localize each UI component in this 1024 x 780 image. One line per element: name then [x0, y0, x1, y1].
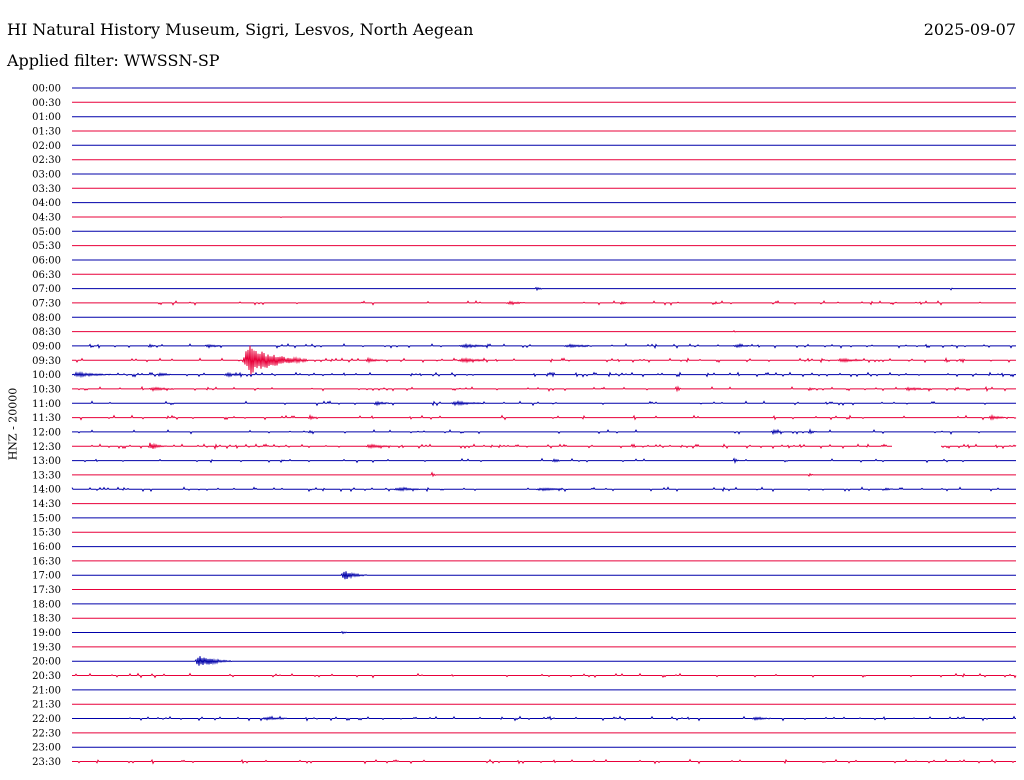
trace-line — [72, 343, 1016, 349]
hour-label: 07:00 — [32, 284, 61, 295]
hour-label: 19:30 — [32, 642, 61, 653]
hour-label: 01:30 — [32, 126, 61, 137]
trace-line — [71, 486, 1016, 493]
hour-label: 19:00 — [32, 628, 61, 639]
trace-line — [72, 715, 1016, 722]
hour-label: 02:00 — [32, 141, 61, 152]
hour-label: 02:30 — [32, 155, 61, 166]
hour-label: 18:30 — [32, 614, 61, 625]
trace-line — [72, 300, 1016, 306]
hour-label: 11:30 — [32, 413, 61, 424]
hour-label: 05:30 — [32, 241, 61, 252]
trace-line — [72, 385, 1016, 393]
hour-label: 23:30 — [32, 757, 61, 768]
trace-line — [72, 399, 1016, 407]
hour-label: 00:00 — [32, 84, 61, 95]
trace-line — [72, 457, 1016, 464]
trace-line — [72, 371, 1016, 379]
hour-label: 06:30 — [32, 270, 61, 281]
trace-line — [72, 428, 1016, 436]
hour-label: 05:00 — [32, 227, 61, 238]
trace-line — [72, 442, 1017, 450]
trace-line — [72, 471, 1016, 478]
hour-label: 17:30 — [32, 585, 61, 596]
trace-line — [72, 345, 1016, 375]
hour-label: 22:30 — [32, 728, 61, 739]
hour-label: 07:30 — [32, 298, 61, 309]
hour-label: 14:30 — [32, 499, 61, 510]
hour-label: 00:30 — [32, 98, 61, 109]
hour-label: 23:00 — [32, 743, 61, 754]
hour-label: 18:00 — [32, 599, 61, 610]
trace-line — [72, 330, 1016, 333]
hour-label: 09:30 — [32, 356, 61, 367]
hour-label: 21:30 — [32, 700, 61, 711]
hour-label: 12:30 — [32, 442, 61, 453]
hour-label: 06:00 — [32, 255, 61, 266]
trace-line — [72, 414, 1017, 421]
hour-label: 08:30 — [32, 327, 61, 338]
hour-label: 11:00 — [32, 399, 61, 410]
trace-line — [72, 758, 1016, 765]
hour-label: 16:30 — [32, 556, 61, 567]
hour-label: 12:00 — [32, 427, 61, 438]
hour-label: 16:00 — [32, 542, 61, 553]
hour-label: 13:00 — [32, 456, 61, 467]
hour-label: 08:00 — [32, 313, 61, 324]
trace-line — [72, 672, 1017, 679]
hour-label: 03:00 — [32, 169, 61, 180]
hour-label: 17:00 — [32, 571, 61, 582]
hour-label: 09:00 — [32, 341, 61, 352]
hour-label: 13:30 — [32, 470, 61, 481]
hour-label: 20:00 — [32, 657, 61, 668]
trace-line — [72, 286, 1016, 292]
hour-label: 22:00 — [32, 714, 61, 725]
hour-label: 14:00 — [32, 485, 61, 496]
hour-label: 10:00 — [32, 370, 61, 381]
hour-label: 10:30 — [32, 384, 61, 395]
hour-label: 15:00 — [32, 513, 61, 524]
hour-label: 01:00 — [32, 112, 61, 123]
hour-label: 20:30 — [32, 671, 61, 682]
trace-line — [72, 656, 1016, 666]
helicorder-plot: 00:00 00:30 01:00 01:30 02:00 02:30 03:00 03:30… — [32, 84, 1017, 768]
hour-label: 04:30 — [32, 212, 61, 223]
hour-label: 03:30 — [32, 184, 61, 195]
trace-line — [72, 630, 1016, 635]
hour-label: 21:00 — [32, 685, 61, 696]
hour-label: 04:00 — [32, 198, 61, 209]
trace-line — [72, 571, 1016, 580]
hour-label: 15:30 — [32, 528, 61, 539]
